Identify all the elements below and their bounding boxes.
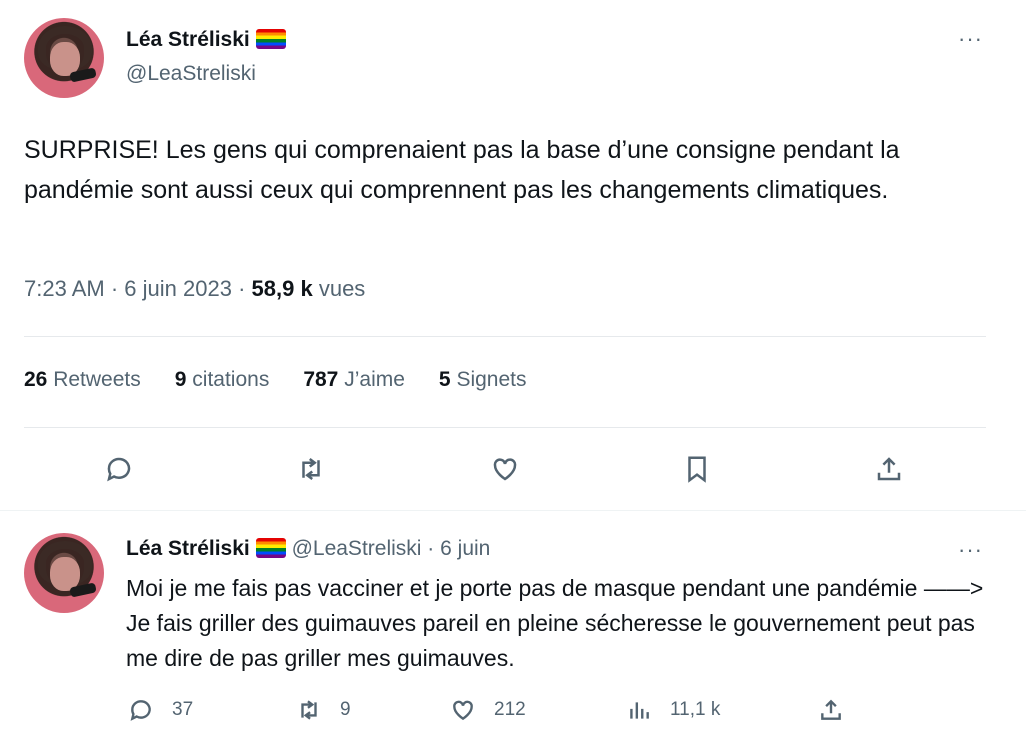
- reply-icon: [130, 700, 151, 721]
- share-button[interactable]: [818, 697, 844, 723]
- divider: [24, 427, 986, 428]
- reply-icon[interactable]: [102, 452, 136, 486]
- reply-header: Léa Stréliski @LeaStreliski · 6 juin: [126, 537, 490, 561]
- avatar[interactable]: [24, 533, 104, 613]
- views-count: 58,9 k: [251, 276, 313, 301]
- author-name-row[interactable]: Léa Stréliski: [126, 28, 286, 52]
- views-count: 11,1 k: [670, 699, 721, 720]
- divider: [24, 336, 986, 337]
- retweet-icon: [301, 700, 317, 720]
- reply-text: Moi je me fais pas vacciner et je porte …: [126, 575, 984, 671]
- more-icon[interactable]: ···: [958, 26, 983, 52]
- pride-flag-icon: [255, 538, 286, 558]
- author-name[interactable]: Léa Stréliski: [126, 537, 250, 560]
- meta-separator: ·: [427, 537, 435, 560]
- like-icon[interactable]: [488, 452, 522, 486]
- reply-count: 37: [172, 699, 194, 720]
- author-name[interactable]: Léa Stréliski: [126, 28, 250, 51]
- tweet-time[interactable]: 7:23 AM: [24, 276, 105, 301]
- reply-tweet[interactable]: Léa Stréliski @LeaStreliski · 6 juin ···…: [0, 510, 1026, 747]
- like-icon: [453, 700, 473, 721]
- author-handle[interactable]: @LeaStreliski: [126, 62, 256, 86]
- views-button[interactable]: 11,1 k: [626, 697, 720, 723]
- bookmark-icon[interactable]: [680, 452, 714, 486]
- like-count: 212: [494, 699, 526, 720]
- tweet-text: SURPRISE! Les gens qui comprenaient pas …: [24, 136, 900, 204]
- tweet-date[interactable]: 6 juin 2023: [124, 276, 232, 301]
- author-handle[interactable]: @LeaStreliski: [292, 537, 422, 560]
- share-icon[interactable]: [872, 452, 906, 486]
- bookmarks-stat[interactable]: 5 Signets: [439, 368, 527, 392]
- pride-flag-icon: [255, 29, 286, 49]
- retweet-count: 9: [340, 699, 351, 720]
- like-button[interactable]: 212: [450, 697, 526, 723]
- retweets-stat[interactable]: 26 Retweets: [24, 368, 141, 392]
- views-icon: [630, 702, 649, 719]
- views-label: vues: [318, 276, 366, 301]
- share-icon: [821, 699, 841, 720]
- reply-actions: 37 9 212 11,1 k: [0, 691, 1026, 731]
- engagement-stats: 26 Retweets 9 citations 787 J’aime 5 Sig…: [24, 368, 526, 392]
- quotes-stat[interactable]: 9 citations: [175, 368, 270, 392]
- meta-separator: ·: [110, 276, 119, 301]
- more-icon[interactable]: ···: [958, 537, 983, 563]
- retweet-icon[interactable]: [294, 452, 328, 486]
- retweet-button[interactable]: 9: [296, 697, 351, 723]
- reply-date[interactable]: 6 juin: [440, 537, 490, 560]
- likes-stat[interactable]: 787 J’aime: [303, 368, 405, 392]
- tweet-actions: [0, 442, 1012, 494]
- main-tweet: Léa Stréliski @LeaStreliski ··· SURPRISE…: [0, 0, 1012, 510]
- reply-button[interactable]: 37: [128, 697, 193, 723]
- tweet-meta: 7:23 AM · 6 juin 2023 · 58,9 k vues: [24, 276, 365, 302]
- meta-separator: ·: [238, 276, 246, 301]
- avatar[interactable]: [24, 18, 104, 98]
